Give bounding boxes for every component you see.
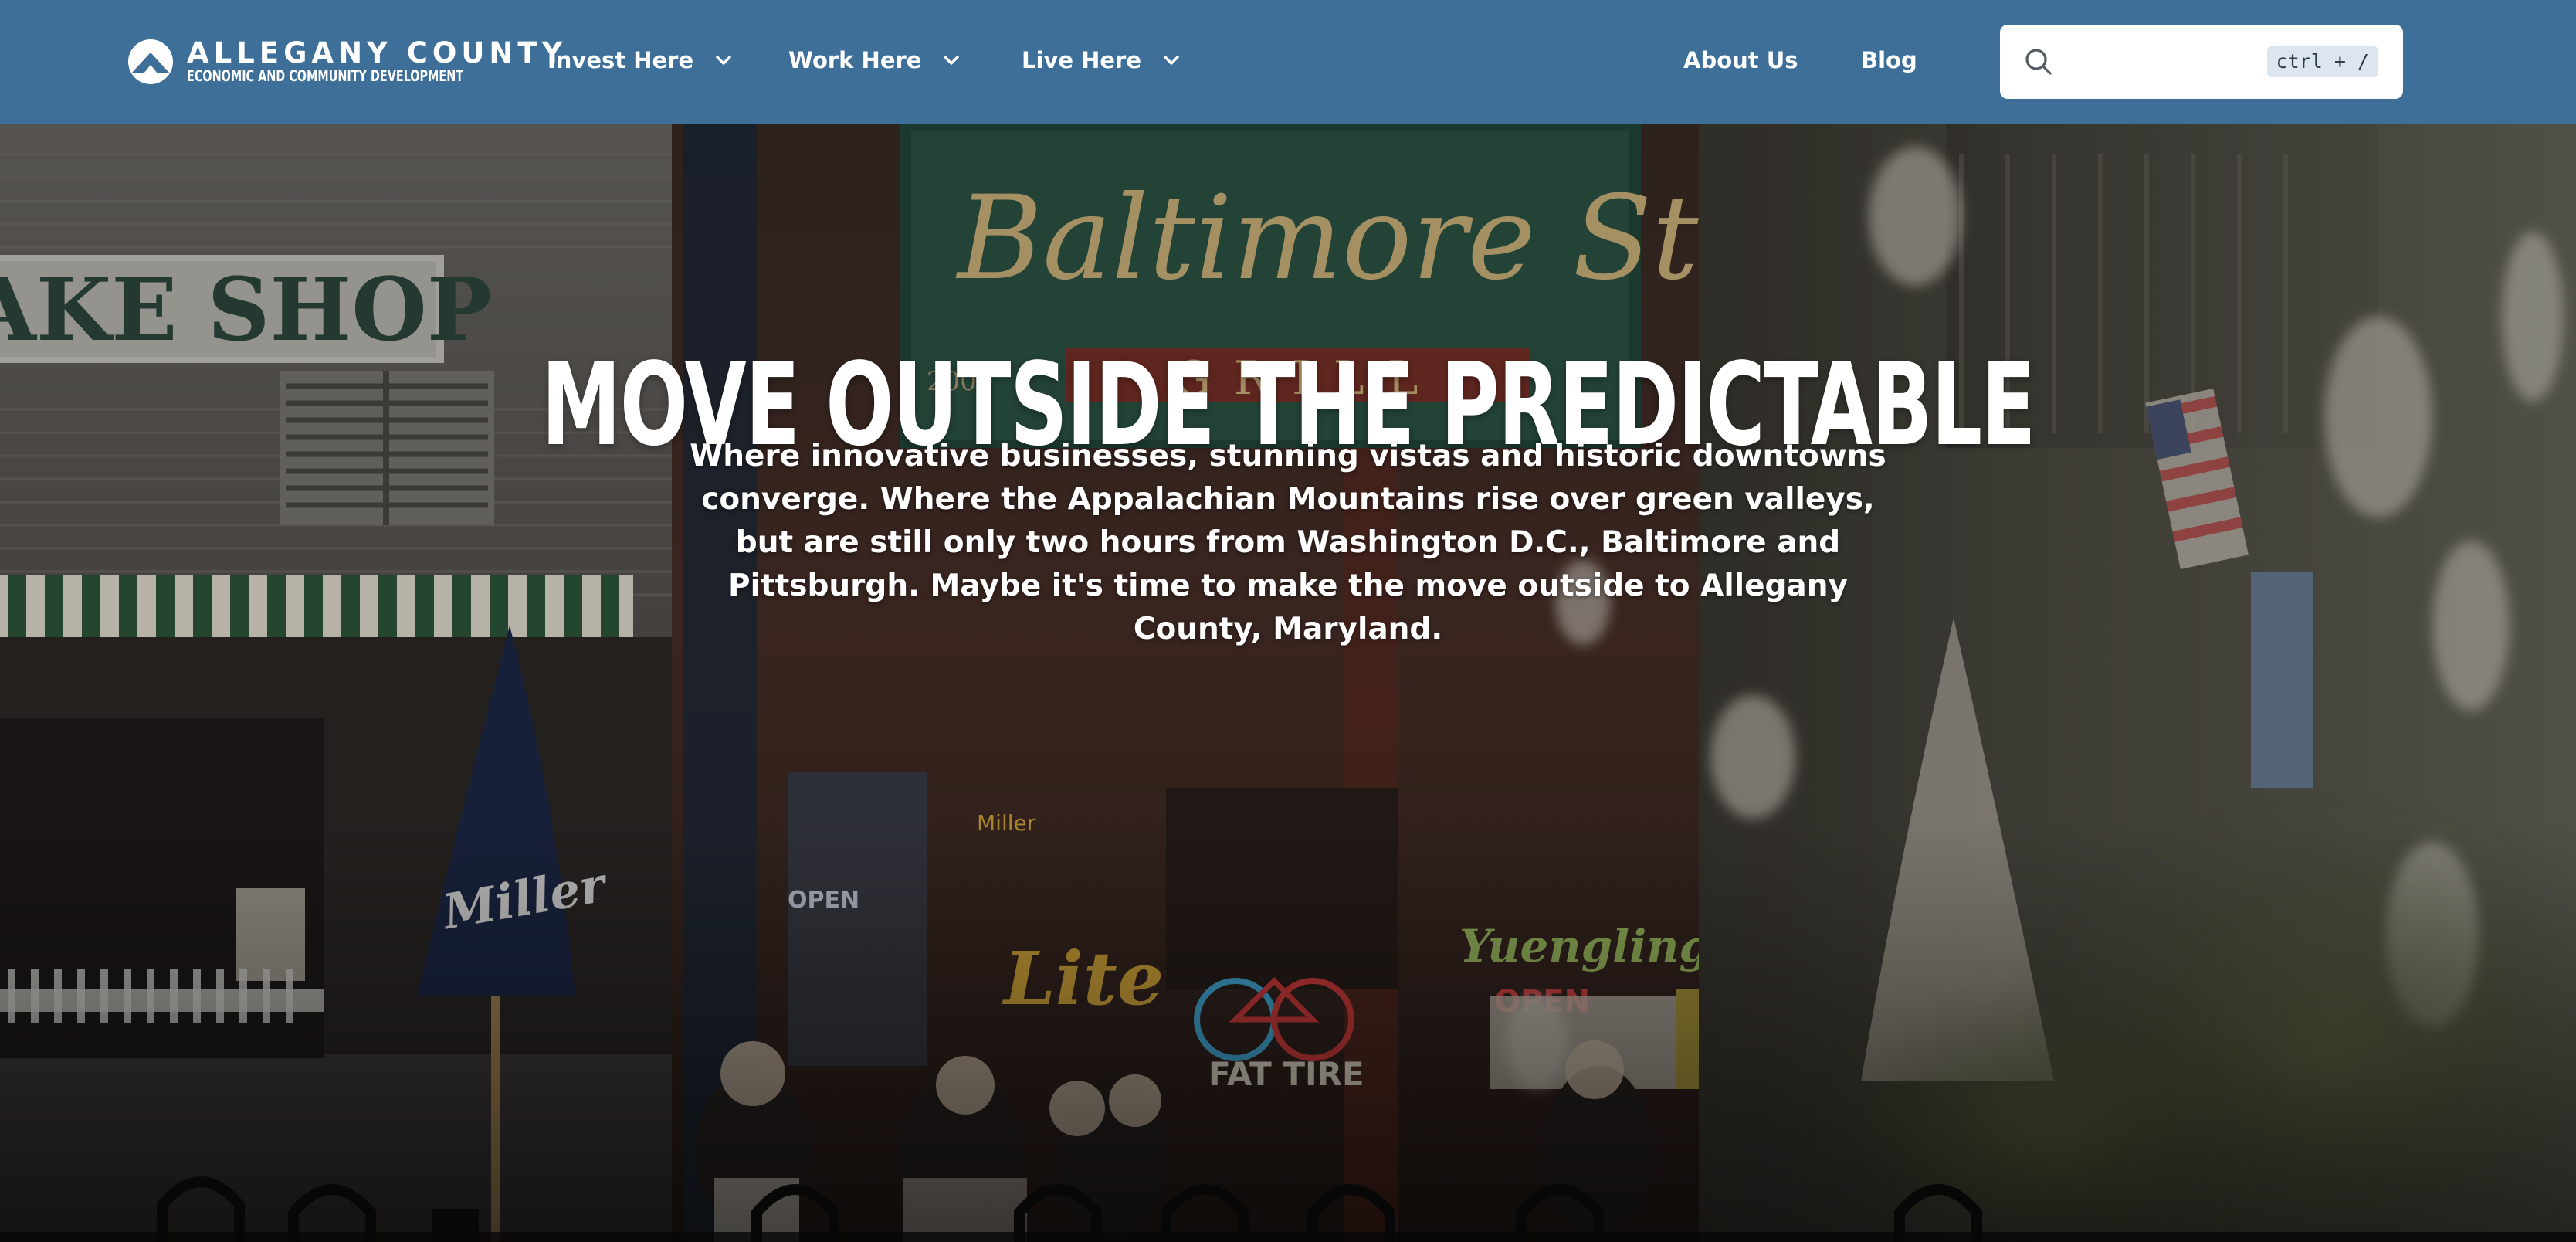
logo-text: ALLEGANY COUNTY ECONOMIC AND COMMUNITY D… <box>187 39 567 85</box>
nav-invest-here[interactable]: Invest Here <box>547 40 734 80</box>
hero-section: AKE SHOP Baltimore St. GRILL 2000 MOVE O… <box>0 124 2576 1242</box>
logo-subtitle: ECONOMIC AND COMMUNITY DEVELOPMENT <box>187 67 464 85</box>
search-box[interactable]: ctrl + / <box>2000 25 2403 99</box>
nav-live-here-label: Live Here <box>1022 47 1141 73</box>
chevron-down-icon <box>716 56 731 65</box>
hero-description: Where innovative businesses, stunning vi… <box>690 439 1886 646</box>
site-logo[interactable]: ALLEGANY COUNTY ECONOMIC AND COMMUNITY D… <box>128 39 567 85</box>
hero-background-image: AKE SHOP Baltimore St. GRILL 2000 <box>0 124 2576 1242</box>
search-input[interactable] <box>2069 40 2286 83</box>
site-header: ALLEGANY COUNTY ECONOMIC AND COMMUNITY D… <box>0 0 2576 124</box>
nav-invest-here-label: Invest Here <box>547 47 694 73</box>
logo-title: ALLEGANY COUNTY <box>187 36 568 70</box>
nav-about-us[interactable]: About Us <box>1683 40 1798 80</box>
nav-blog[interactable]: Blog <box>1861 40 1917 80</box>
search-icon <box>2025 49 2052 75</box>
mountain-logo-icon <box>128 39 173 84</box>
search-shortcut-hint: ctrl + / <box>2266 46 2378 77</box>
chevron-down-icon <box>1164 56 1179 65</box>
nav-live-here[interactable]: Live Here <box>1022 40 1181 80</box>
nav-work-here[interactable]: Work Here <box>788 40 961 80</box>
chevron-down-icon <box>944 56 960 65</box>
nav-work-here-label: Work Here <box>788 47 922 73</box>
